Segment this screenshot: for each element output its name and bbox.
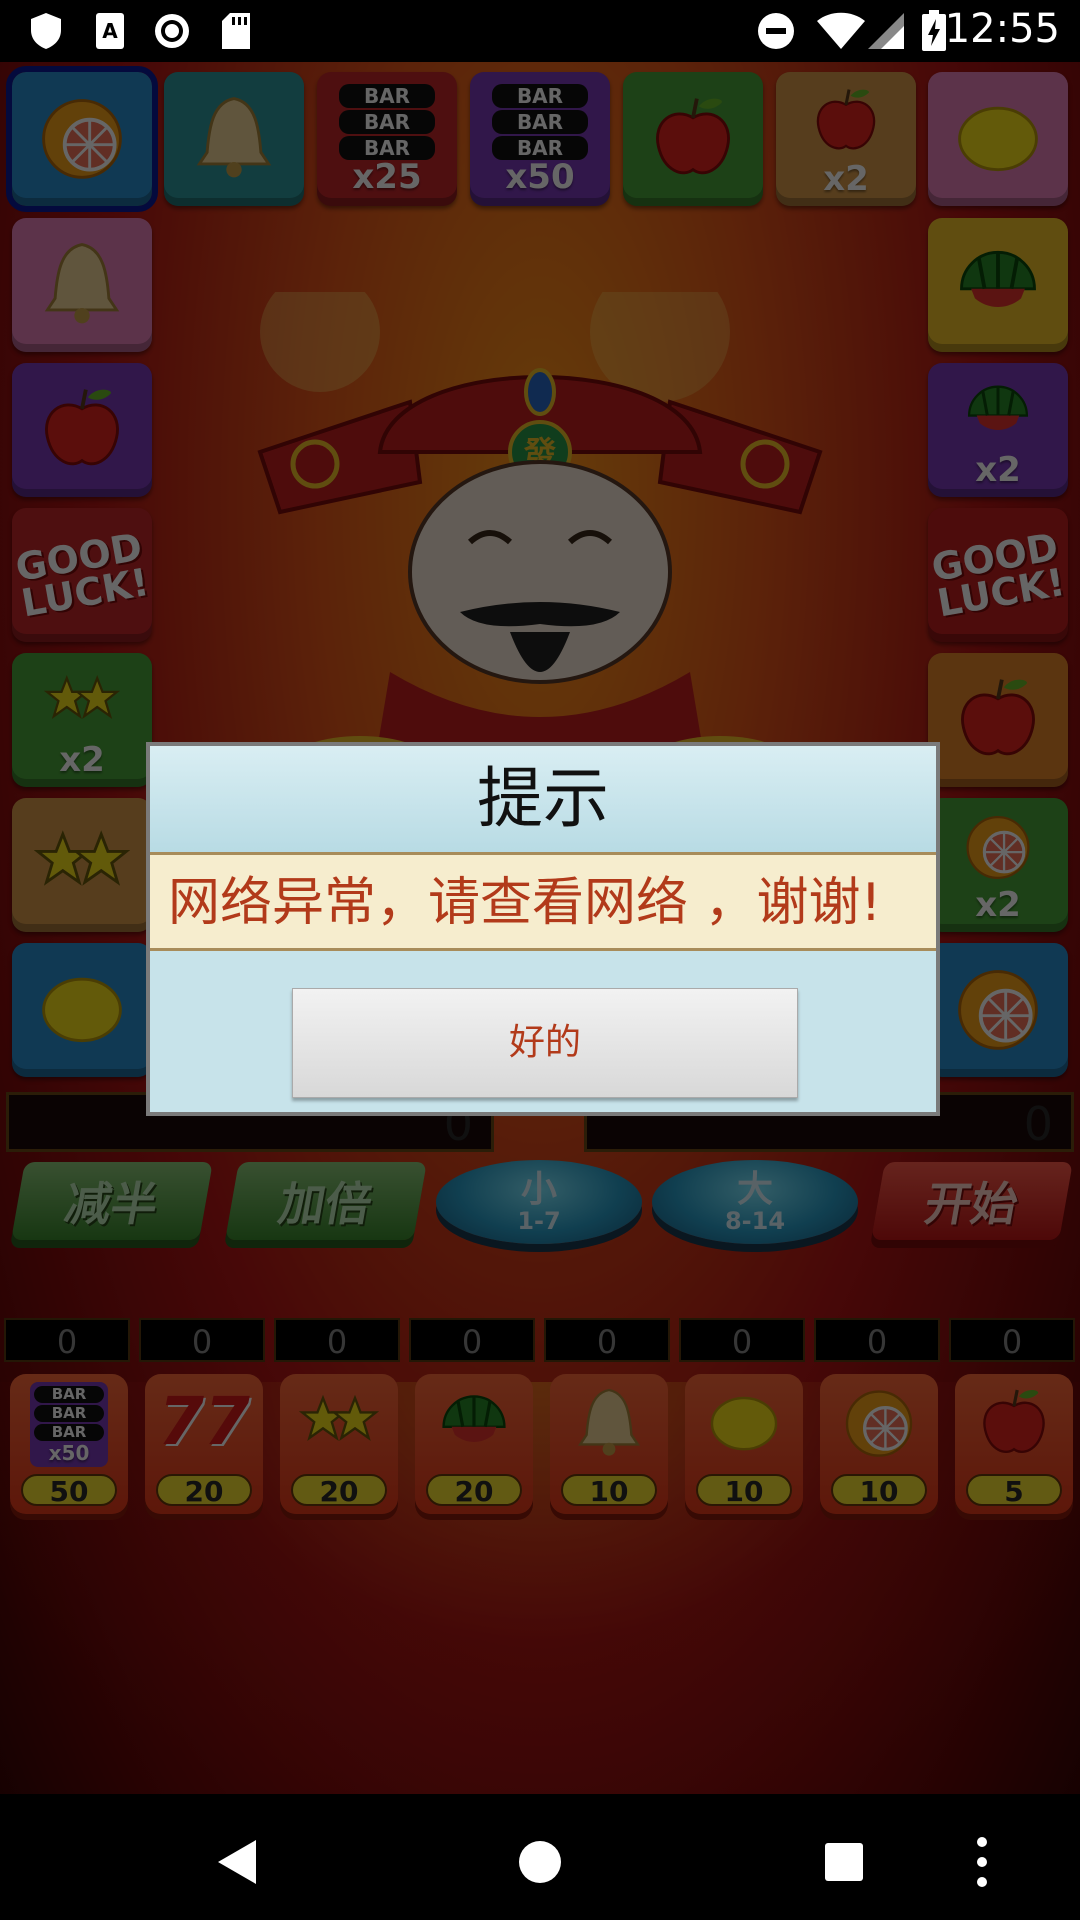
dialog-title: 提示 [150, 746, 936, 855]
alert-dialog: 提示 网络异常，请查看网络 ，谢谢! 好的 [146, 742, 940, 1116]
status-bar: A 12:55 [0, 0, 1080, 62]
recents-icon[interactable] [804, 1822, 884, 1902]
overflow-menu-icon[interactable] [962, 1822, 1002, 1902]
navigation-bar [0, 1794, 1080, 1920]
record-icon [152, 11, 192, 51]
shield-icon [26, 11, 66, 51]
signal-icon [866, 11, 906, 51]
dialog-message: 网络异常，请查看网络 ，谢谢! [150, 855, 936, 951]
home-icon[interactable] [500, 1822, 580, 1902]
ok-button[interactable]: 好的 [292, 988, 798, 1098]
clock: 12:55 [944, 6, 1060, 52]
keyboard-a-icon: A [90, 11, 130, 51]
sd-card-icon [216, 11, 256, 51]
svg-text:A: A [102, 19, 118, 43]
back-icon[interactable] [196, 1822, 276, 1902]
wifi-icon [816, 11, 866, 51]
do-not-disturb-icon [756, 11, 796, 51]
